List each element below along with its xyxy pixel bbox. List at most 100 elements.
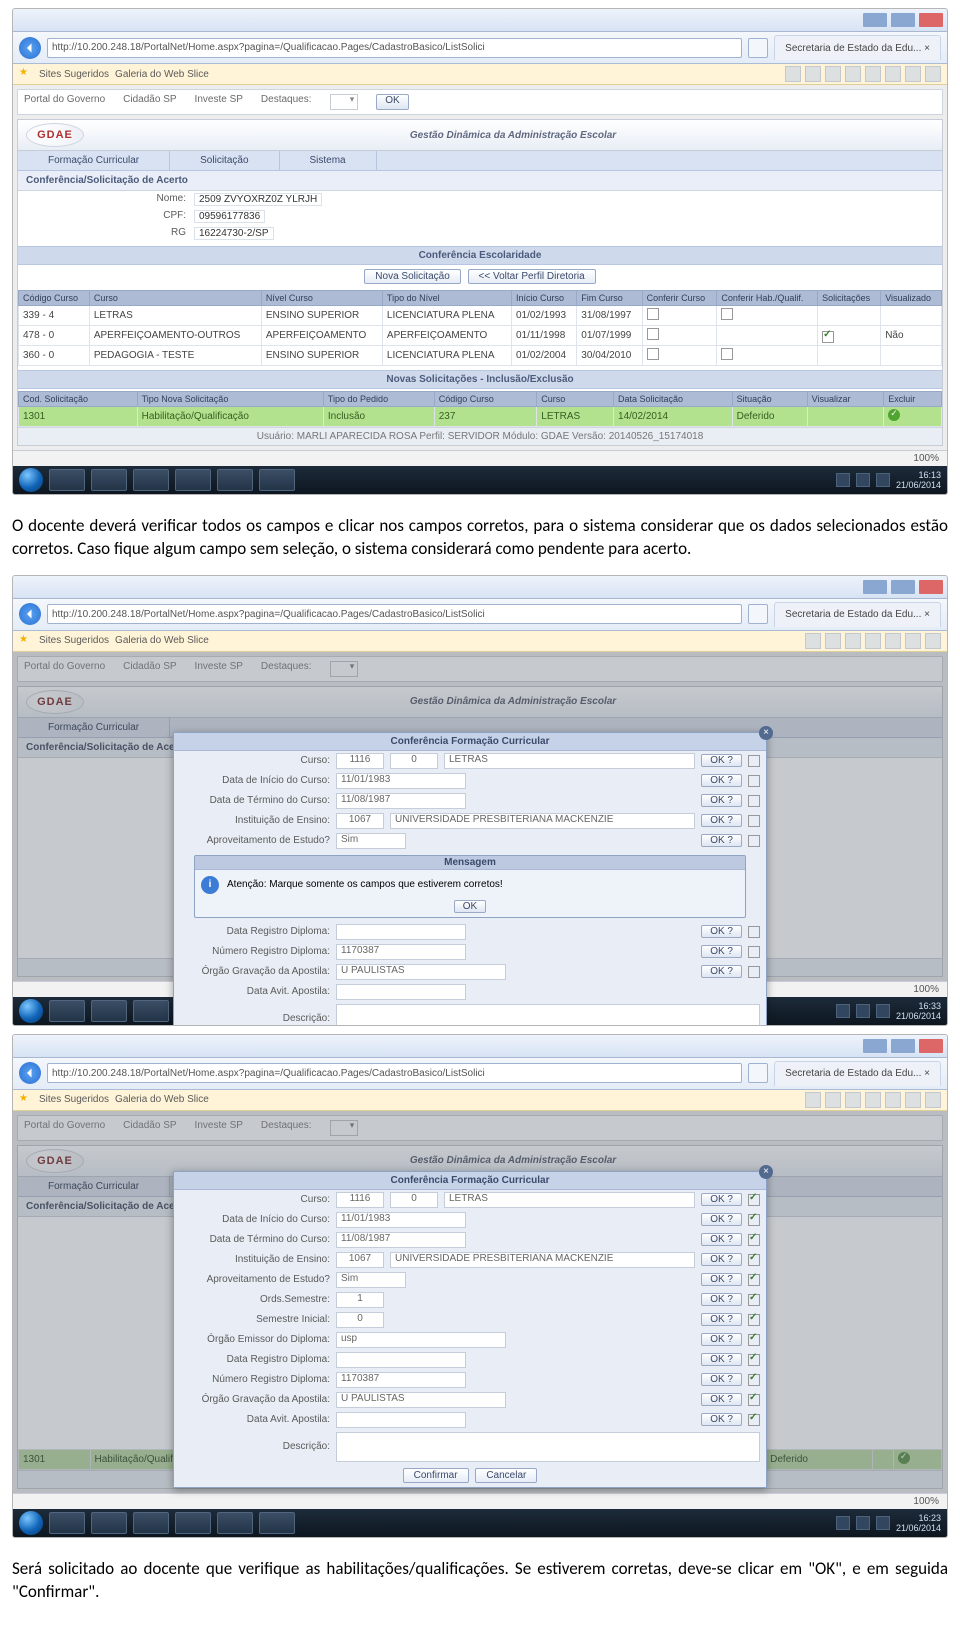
gov-top-bar: Portal do Governo Cidadão SP Investe SP …: [17, 89, 943, 115]
check-conferir-curso[interactable]: [647, 348, 659, 360]
descricao-textarea[interactable]: [336, 1004, 760, 1026]
crumb-label: Destaques:: [261, 94, 312, 110]
window-maximize-button[interactable]: [891, 13, 915, 27]
courses-table: Código CursoCursoNível CursoTipo do Níve…: [18, 290, 942, 366]
modal-close-button[interactable]: ×: [759, 726, 773, 740]
paragraph-1: O docente deverá verificar todos os camp…: [0, 503, 960, 567]
check-solicitacao: [822, 331, 834, 343]
address-bar[interactable]: http://10.200.248.18/PortalNet/Home.aspx…: [47, 38, 742, 58]
clock: 16:13: [918, 470, 941, 480]
message-text: Atenção: Marque somente os campos que es…: [227, 879, 503, 890]
arrow-left-icon: [24, 608, 36, 620]
zoom-label: 100%: [913, 453, 939, 464]
message-dialog: Mensagem i Atenção: Marque somente os ca…: [194, 855, 746, 918]
browser-tab[interactable]: Secretaria de Estado da Edu... ×: [774, 35, 941, 60]
destaques-select[interactable]: [330, 94, 359, 110]
refresh-button[interactable]: [748, 38, 768, 58]
tray-icon[interactable]: [876, 473, 890, 487]
menu-item-formacao[interactable]: Formação Curricular: [18, 151, 170, 170]
field-cpf: CPF:09596177836: [18, 208, 942, 225]
start-button[interactable]: [19, 999, 43, 1023]
check-conferir-curso[interactable]: [647, 328, 659, 340]
address-bar[interactable]: http://10.200.248.18/PortalNet/Home.aspx…: [47, 1063, 742, 1083]
browser-back-button[interactable]: [19, 603, 41, 625]
menu-item-sistema[interactable]: Sistema: [280, 151, 377, 170]
main-menu: Formação Curricular Solicitação Sistema: [18, 151, 942, 171]
browser-back-button[interactable]: [19, 1062, 41, 1084]
crumb-link[interactable]: Investe SP: [195, 94, 243, 110]
window-titlebar: [13, 9, 947, 32]
start-button[interactable]: [19, 468, 43, 492]
ok-check[interactable]: OK ?: [701, 754, 742, 767]
taskbar-app-generic[interactable]: [217, 469, 253, 491]
browser-tab[interactable]: Secretaria de Estado da Edu... ×: [774, 602, 941, 627]
conferencia-modal: × Conferência Formação Curricular Curso:…: [173, 732, 767, 1026]
confirmar-button[interactable]: Confirmar: [403, 1468, 469, 1483]
field-ok-checkbox[interactable]: [748, 1194, 760, 1206]
menu-item-solicitacao[interactable]: Solicitação: [170, 151, 279, 170]
tray-icon[interactable]: [836, 473, 850, 487]
solicitacoes-table: Cod. SolicitaçãoTipo Nova SolicitaçãoTip…: [18, 391, 942, 427]
nova-solicitacao-button[interactable]: Nova Solicitação: [364, 269, 460, 284]
browser-back-button[interactable]: [19, 37, 41, 59]
feeds-icon[interactable]: [805, 66, 821, 82]
page-icon[interactable]: [865, 66, 881, 82]
app-banner: GDAE Gestão Dinâmica da Administração Es…: [18, 120, 942, 151]
novas-solicitacoes-bar: Novas Solicitações - Inclusão/Exclusão: [18, 370, 942, 389]
paragraph-2: Será solicitado ao docente que verifique…: [0, 1546, 960, 1610]
favorites-star-icon[interactable]: ★: [19, 67, 33, 81]
browser-status-bar: 100%: [13, 450, 947, 466]
favorites-link[interactable]: Galeria do Web Slice: [115, 635, 209, 646]
field-nome: Nome:2509 ZVYOXRZ0Z YLRJH: [18, 191, 942, 208]
field-rg: RG16224730-2/SP: [18, 225, 942, 242]
browser-tab[interactable]: Secretaria de Estado da Edu... ×: [774, 1061, 941, 1086]
crumb-ok-button[interactable]: OK: [376, 94, 408, 110]
window-minimize-button[interactable]: [863, 13, 887, 27]
app-frame: GDAE Gestão Dinâmica da Administração Es…: [17, 119, 943, 446]
conferencia-bar: Conferência Escolaridade: [18, 246, 942, 265]
browser-toolbar: http://10.200.248.18/PortalNet/Home.aspx…: [13, 32, 947, 64]
safety-icon[interactable]: [885, 66, 901, 82]
check-conferir-curso[interactable]: [647, 308, 659, 320]
system-tray: 16:1321/06/2014: [836, 470, 941, 490]
descricao-textarea[interactable]: [336, 1432, 760, 1462]
taskbar-app-explorer[interactable]: [91, 469, 127, 491]
voltar-button[interactable]: << Voltar Perfil Diretoria: [468, 269, 596, 284]
check-conferir-hab[interactable]: [721, 308, 733, 320]
field-ok-checkbox[interactable]: [748, 755, 760, 767]
cancelar-button[interactable]: Cancelar: [475, 1468, 537, 1483]
refresh-button[interactable]: [748, 604, 768, 624]
info-icon: i: [201, 876, 219, 894]
command-bar: [785, 66, 941, 82]
mail-icon[interactable]: [825, 66, 841, 82]
taskbar: 16:1321/06/2014: [13, 466, 947, 494]
table-row: 478 - 0APERFEIÇOAMENTO-OUTROSAPERFEIÇOAM…: [19, 326, 942, 346]
favorites-link[interactable]: Sites Sugeridos: [39, 635, 109, 646]
app-logo: GDAE: [26, 123, 84, 147]
tools-icon[interactable]: [905, 66, 921, 82]
taskbar-app-generic[interactable]: [175, 469, 211, 491]
crumb-link[interactable]: Cidadão SP: [123, 94, 176, 110]
app-footer: Usuário: MARLI APARECIDA ROSA Perfil: SE…: [18, 427, 942, 445]
favorites-link[interactable]: Sites Sugeridos: [39, 69, 109, 80]
crumb-link[interactable]: Portal do Governo: [24, 94, 105, 110]
help-icon[interactable]: [925, 66, 941, 82]
start-button[interactable]: [19, 1511, 43, 1535]
taskbar-app-word[interactable]: [259, 469, 295, 491]
section-header: Conferência/Solicitação de Acerto: [18, 171, 942, 191]
check-conferir-hab[interactable]: [721, 348, 733, 360]
table-row: 360 - 0PEDAGOGIA - TESTEENSINO SUPERIORL…: [19, 346, 942, 366]
home-icon[interactable]: [785, 66, 801, 82]
modal-close-button[interactable]: ×: [759, 1165, 773, 1179]
taskbar-app-ie[interactable]: [49, 469, 85, 491]
print-icon[interactable]: [845, 66, 861, 82]
favorites-star-icon[interactable]: ★: [19, 634, 33, 648]
conferencia-modal: × Conferência Formação Curricular Curso:…: [173, 1171, 767, 1488]
taskbar-app-media[interactable]: [133, 469, 169, 491]
table-row: 339 - 4LETRASENSINO SUPERIORLICENCIATURA…: [19, 306, 942, 326]
window-close-button[interactable]: [919, 13, 943, 27]
message-ok-button[interactable]: OK: [454, 900, 486, 913]
tray-icon[interactable]: [856, 473, 870, 487]
address-bar[interactable]: http://10.200.248.18/PortalNet/Home.aspx…: [47, 604, 742, 624]
favorites-link[interactable]: Galeria do Web Slice: [115, 69, 209, 80]
